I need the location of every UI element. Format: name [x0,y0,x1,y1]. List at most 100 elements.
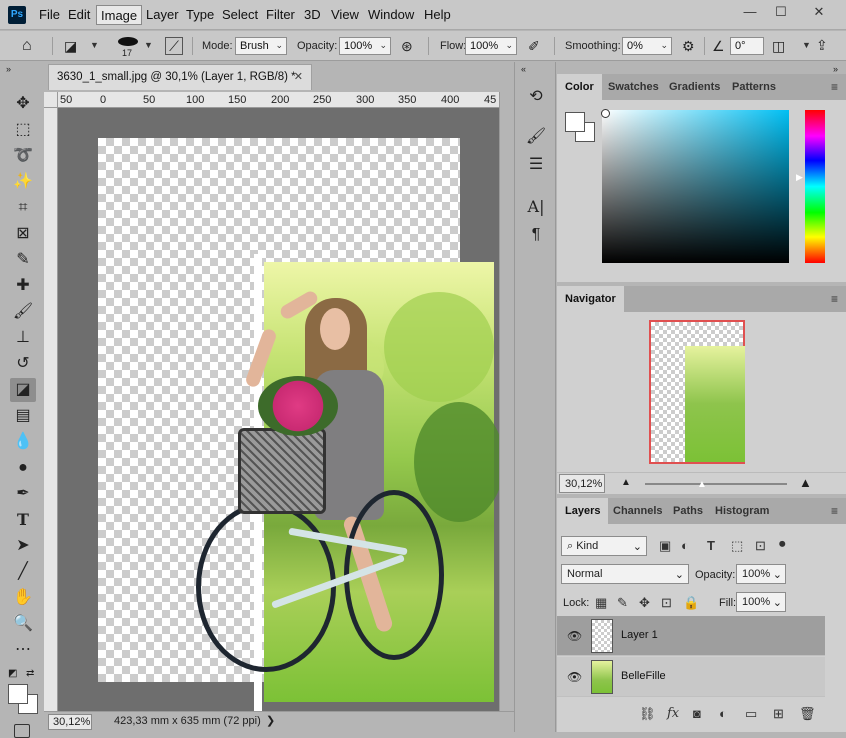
menu-window[interactable]: Window [368,7,414,22]
smoothing-input[interactable]: 0% ⌄ [622,37,672,55]
menu-help[interactable]: Help [424,7,451,22]
gear-icon[interactable]: ⚙ [682,38,695,54]
gradient-tool-icon[interactable]: ▤ [10,404,36,428]
history-icon[interactable]: ⟲ [525,86,547,108]
type-tool-icon[interactable]: T [10,508,36,532]
layer-row-bellefille[interactable]: 👁 BelleFille [557,657,825,697]
dodge-tool-icon[interactable]: ● [10,456,36,480]
menu-view[interactable]: View [331,7,359,22]
collapse-icon[interactable]: » [6,64,11,74]
chevron-down-icon[interactable]: ▼ [802,40,811,50]
menu-select[interactable]: Select [222,7,258,22]
pressure-size-icon[interactable]: ◫ [772,38,785,54]
marquee-tool-icon[interactable]: ⬚ [10,118,36,142]
zoom-slider-handle[interactable]: ▲ [697,479,707,490]
zoom-tool-icon[interactable]: 🔍 [10,612,36,636]
delete-layer-icon[interactable]: 🗑 [799,706,816,722]
tab-patterns[interactable]: Patterns [724,74,784,100]
mode-select[interactable]: Brush ⌄ [235,37,287,55]
more-tools-icon[interactable]: ⋯ [10,638,36,662]
filter-adjustment-icon[interactable]: ◐ [681,538,689,553]
navigator-thumbnail[interactable] [649,320,745,464]
lock-position-icon[interactable]: ✥ [639,595,650,611]
panel-menu-icon[interactable]: ≡ [831,292,838,306]
close-tab-icon[interactable]: ✕ [294,70,303,83]
expand-icon[interactable]: « [521,64,526,74]
tab-layers[interactable]: Layers [557,498,609,524]
close-window-button[interactable]: ✕ [806,4,832,22]
navigator-zoom-slider[interactable] [645,483,787,485]
tab-color[interactable]: Color [557,74,602,100]
visibility-eye-icon[interactable]: 👁 [567,670,582,684]
tab-navigator[interactable]: Navigator [557,286,624,312]
new-layer-icon[interactable]: ⊞ [773,706,784,722]
home-icon[interactable]: ⌂ [22,38,32,54]
ruler-origin[interactable] [44,92,58,108]
tab-paths[interactable]: Paths [665,498,711,524]
vertical-ruler[interactable] [44,108,58,711]
crop-tool-icon[interactable]: ⌗ [10,196,36,220]
add-mask-icon[interactable]: ◙ [693,706,701,721]
link-layers-icon[interactable]: ⛓ [639,706,656,722]
vertical-scrollbar[interactable] [499,92,513,712]
filter-type-icon[interactable]: T [707,538,715,553]
panel-menu-icon[interactable]: ≡ [831,504,838,518]
zoom-level-field[interactable]: 30,12% [48,714,92,730]
move-tool-icon[interactable]: ✥ [10,92,36,116]
maximize-button[interactable]: ☐ [768,4,794,22]
filter-smart-object-icon[interactable]: ⊡ [755,538,766,554]
filter-pixel-icon[interactable]: ▣ [659,538,671,554]
adjustment-layer-icon[interactable]: ◐ [719,706,727,721]
zoom-in-icon[interactable]: ▲ [799,475,812,490]
minimize-button[interactable]: — [737,4,763,22]
blend-mode-select[interactable]: Normal ⌄ [561,564,689,584]
lock-artboard-icon[interactable]: ⊡ [661,595,672,611]
color-picker-handle[interactable] [601,109,610,118]
lock-all-icon[interactable]: 🔒 [683,595,699,611]
layer-filter-select[interactable]: ⌕ Kind ⌄ [561,536,647,556]
character-icon[interactable]: A| [525,196,547,218]
airbrush-icon[interactable]: ✐ [528,38,540,54]
flow-input[interactable]: 100% ⌄ [465,37,517,55]
layer-fill-input[interactable]: 100% ⌄ [736,592,786,612]
tab-histogram[interactable]: Histogram [707,498,777,524]
horizontal-ruler[interactable]: 50 0 50 100 150 200 250 300 350 400 45 [58,92,499,108]
document-tab[interactable]: 3630_1_small.jpg @ 30,1% (Layer 1, RGB/8… [48,64,312,90]
menu-type[interactable]: Type [186,7,214,22]
layer-name[interactable]: Layer 1 [621,629,658,641]
brush-settings-icon[interactable]: ⟋ [165,37,183,55]
frame-tool-icon[interactable]: ⊠ [10,222,36,246]
chevron-down-icon[interactable]: ▼ [90,40,99,50]
layer-style-icon[interactable]: fx [667,706,679,721]
swap-colors-icon[interactable]: ⇄ [26,668,34,679]
menu-layer[interactable]: Layer [146,7,179,22]
hand-tool-icon[interactable]: ✋ [10,586,36,610]
menu-file[interactable]: File [39,7,60,22]
color-picker-field[interactable] [602,110,789,263]
tab-gradients[interactable]: Gradients [661,74,728,100]
panel-menu-icon[interactable]: ≡ [831,80,838,94]
foreground-color-swatch[interactable] [8,684,28,704]
default-colors-icon[interactable]: ◩ [8,668,17,679]
pressure-opacity-icon[interactable]: ⊛ [401,38,413,54]
brush-settings-icon[interactable]: ☰ [525,154,547,176]
lock-transparent-icon[interactable]: ▦ [595,595,607,611]
share-icon[interactable]: ⇪ [816,37,828,53]
eraser-tool-preset-icon[interactable]: ◪ [64,38,77,54]
brush-tip-icon[interactable] [118,37,138,46]
pen-tool-icon[interactable]: ✒ [10,482,36,506]
menu-3d[interactable]: 3D [304,7,321,22]
document-canvas[interactable] [98,138,499,711]
layer-opacity-input[interactable]: 100% ⌄ [736,564,786,584]
chevron-down-icon[interactable]: ▼ [144,40,153,50]
navigator-zoom-field[interactable]: 30,12% [559,474,605,493]
foreground-color-swatch[interactable] [565,112,585,132]
menu-image[interactable]: Image [96,5,143,25]
opacity-input[interactable]: 100% ⌄ [339,37,391,55]
zoom-out-icon[interactable]: ▲ [621,477,631,488]
layer-row-layer-1[interactable]: 👁 Layer 1 [557,616,825,656]
visibility-eye-icon[interactable]: 👁 [567,629,582,643]
blur-tool-icon[interactable]: 💧 [10,430,36,454]
quick-mask-icon[interactable] [14,724,30,738]
menu-filter[interactable]: Filter [266,7,295,22]
